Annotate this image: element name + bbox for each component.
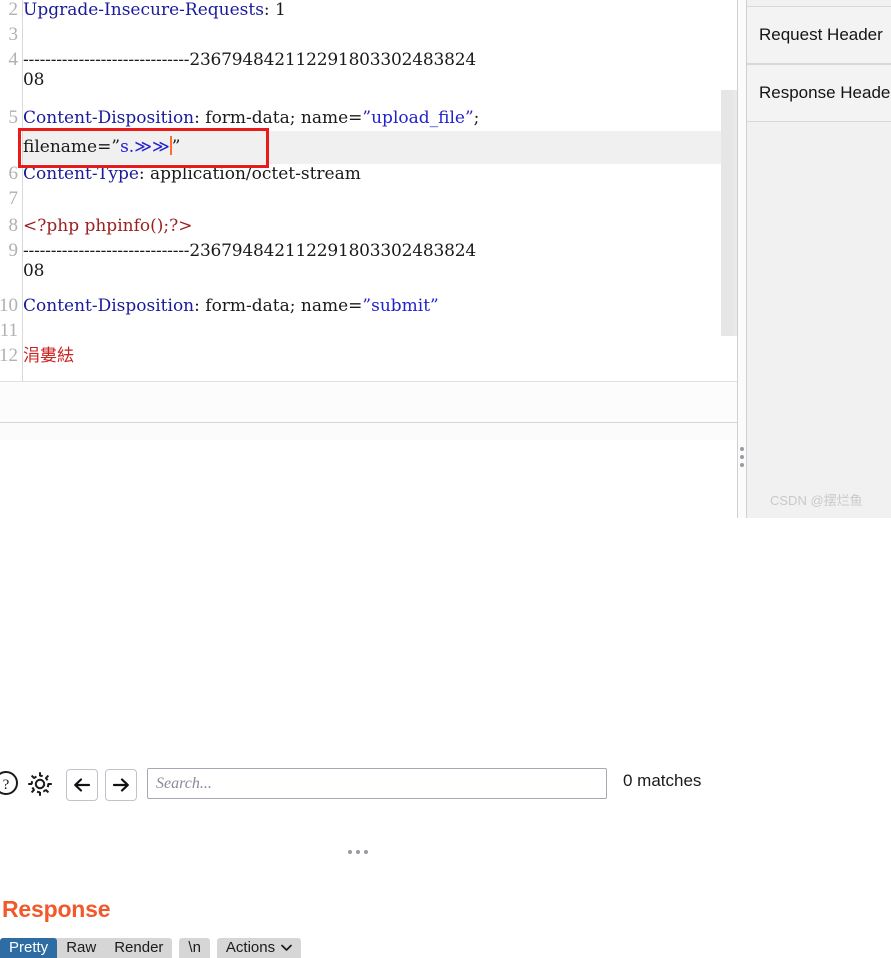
search-input[interactable] (147, 768, 607, 799)
tab-actions[interactable]: Actions (216, 938, 302, 958)
code-segment: : form-data; name= (194, 296, 363, 316)
request-code[interactable]: Upgrade-Insecure-Requests: 1 ------------… (23, 0, 723, 381)
code-segment: Content-Disposition (23, 108, 195, 128)
code-segment: ; (473, 108, 480, 128)
inspector-panel: Request Header Response Header (747, 0, 891, 518)
line-number: 5 (8, 107, 19, 128)
tab-newline[interactable]: \n (179, 938, 210, 958)
inspector-row-request-header[interactable]: Request Header (747, 6, 891, 64)
vertical-splitter[interactable] (737, 0, 747, 518)
code-segment: ------------------------------2367948421… (23, 50, 476, 70)
line-number: 12 (0, 345, 18, 366)
code-segment: : 1 (263, 0, 286, 20)
code-segment: 08 (23, 261, 45, 281)
help-circle-icon[interactable]: ? (0, 769, 20, 797)
request-pane: 2 3 4 5 6 7 8 9 10 11 12 Upgrade-Insecure-Requests… (0, 0, 737, 958)
request-editor[interactable]: 2 3 4 5 6 7 8 9 10 11 12 Upgrade-Insecure-Requests… (0, 0, 737, 381)
vertical-splitter-grip-dots (740, 447, 744, 467)
filename-text: filename=”s.≫≫” (23, 131, 181, 164)
code-line[interactable]: ------------------------------2367948421… (23, 241, 476, 261)
code-line[interactable]: 08 (23, 70, 44, 90)
line-number: 2 (8, 0, 19, 20)
line-number: 9 (8, 240, 19, 261)
match-count-label: 0 matches (623, 771, 702, 790)
filename-highlight-row[interactable]: filename=”s.≫≫” (23, 131, 723, 164)
filename-quote-close: ” (171, 137, 181, 157)
code-segment: : form-data; name= (194, 108, 363, 128)
gear-icon[interactable] (25, 769, 55, 799)
code-line[interactable]: 涓婁紶 (23, 346, 74, 366)
watermark: CSDN @摆烂鱼 (770, 493, 863, 508)
filename-quote-open: ” (111, 137, 121, 157)
code-segment: Content-Disposition (23, 296, 195, 316)
code-line[interactable]: Upgrade-Insecure-Requests: 1 (23, 0, 286, 20)
inspector-row-label: Request Header (759, 25, 883, 44)
splitter-grip-dots (348, 850, 368, 854)
filename-key: filename= (23, 137, 112, 157)
actions-label: Actions (225, 939, 276, 956)
code-line[interactable]: Content-Disposition: form-data; name=”su… (23, 296, 439, 316)
svg-text:?: ? (3, 777, 10, 793)
tab-pretty[interactable]: Pretty (0, 938, 58, 958)
horizontal-splitter[interactable] (0, 422, 737, 854)
line-number: 6 (8, 163, 19, 184)
code-line[interactable]: Content-Type: application/octet-stream (23, 164, 361, 184)
filename-value: s.≫≫ (120, 137, 170, 157)
inspector-row-response-header[interactable]: Response Header (747, 64, 891, 122)
line-number: 7 (8, 188, 19, 209)
line-number-gutter: 2 3 4 5 6 7 8 9 10 11 12 (0, 0, 23, 381)
code-line[interactable]: <?php phpinfo();?> (23, 216, 192, 236)
code-segment: Content-Type (23, 164, 139, 184)
code-line[interactable]: ------------------------------2367948421… (23, 50, 476, 70)
response-title: Response (2, 896, 111, 922)
arrow-right-icon (112, 778, 129, 792)
code-segment: ”upload_file” (362, 108, 474, 128)
inspector-row-label: Response Header (759, 83, 891, 102)
code-line[interactable]: Content-Disposition: form-data; name=”up… (23, 108, 479, 128)
code-segment: ------------------------------2367948421… (23, 241, 476, 261)
tab-raw[interactable]: Raw (57, 938, 105, 958)
response-view-tab-group: Pretty Raw Render (0, 938, 173, 958)
code-segment: Upgrade-Insecure-Requests (23, 0, 264, 20)
line-number: 11 (0, 320, 18, 341)
code-line[interactable]: 08 (23, 261, 44, 281)
code-segment: 涓婁紶 (23, 346, 74, 366)
burp-repeater-window: 2 3 4 5 6 7 8 9 10 11 12 Upgrade-Insecure-Requests… (0, 0, 891, 958)
line-number: 3 (8, 24, 19, 45)
search-next-button[interactable] (105, 769, 137, 801)
code-segment: ”submit” (362, 296, 439, 316)
response-pane: Response Pretty Raw Render \n Actions (0, 440, 737, 958)
response-tab-bar: Pretty Raw Render \n Actions (0, 938, 308, 958)
tab-render[interactable]: Render (105, 938, 172, 958)
code-segment: : application/octet-stream (138, 164, 361, 184)
arrow-left-icon (74, 778, 91, 792)
search-prev-button[interactable] (66, 769, 98, 801)
line-number: 10 (0, 295, 18, 316)
chevron-down-icon (281, 938, 292, 958)
line-number: 4 (8, 49, 19, 70)
code-segment: 08 (23, 70, 45, 90)
search-toolbar: ? Search... 0 matches (0, 381, 737, 801)
line-number: 8 (8, 215, 19, 236)
code-segment: <?php phpinfo();?> (23, 216, 193, 236)
